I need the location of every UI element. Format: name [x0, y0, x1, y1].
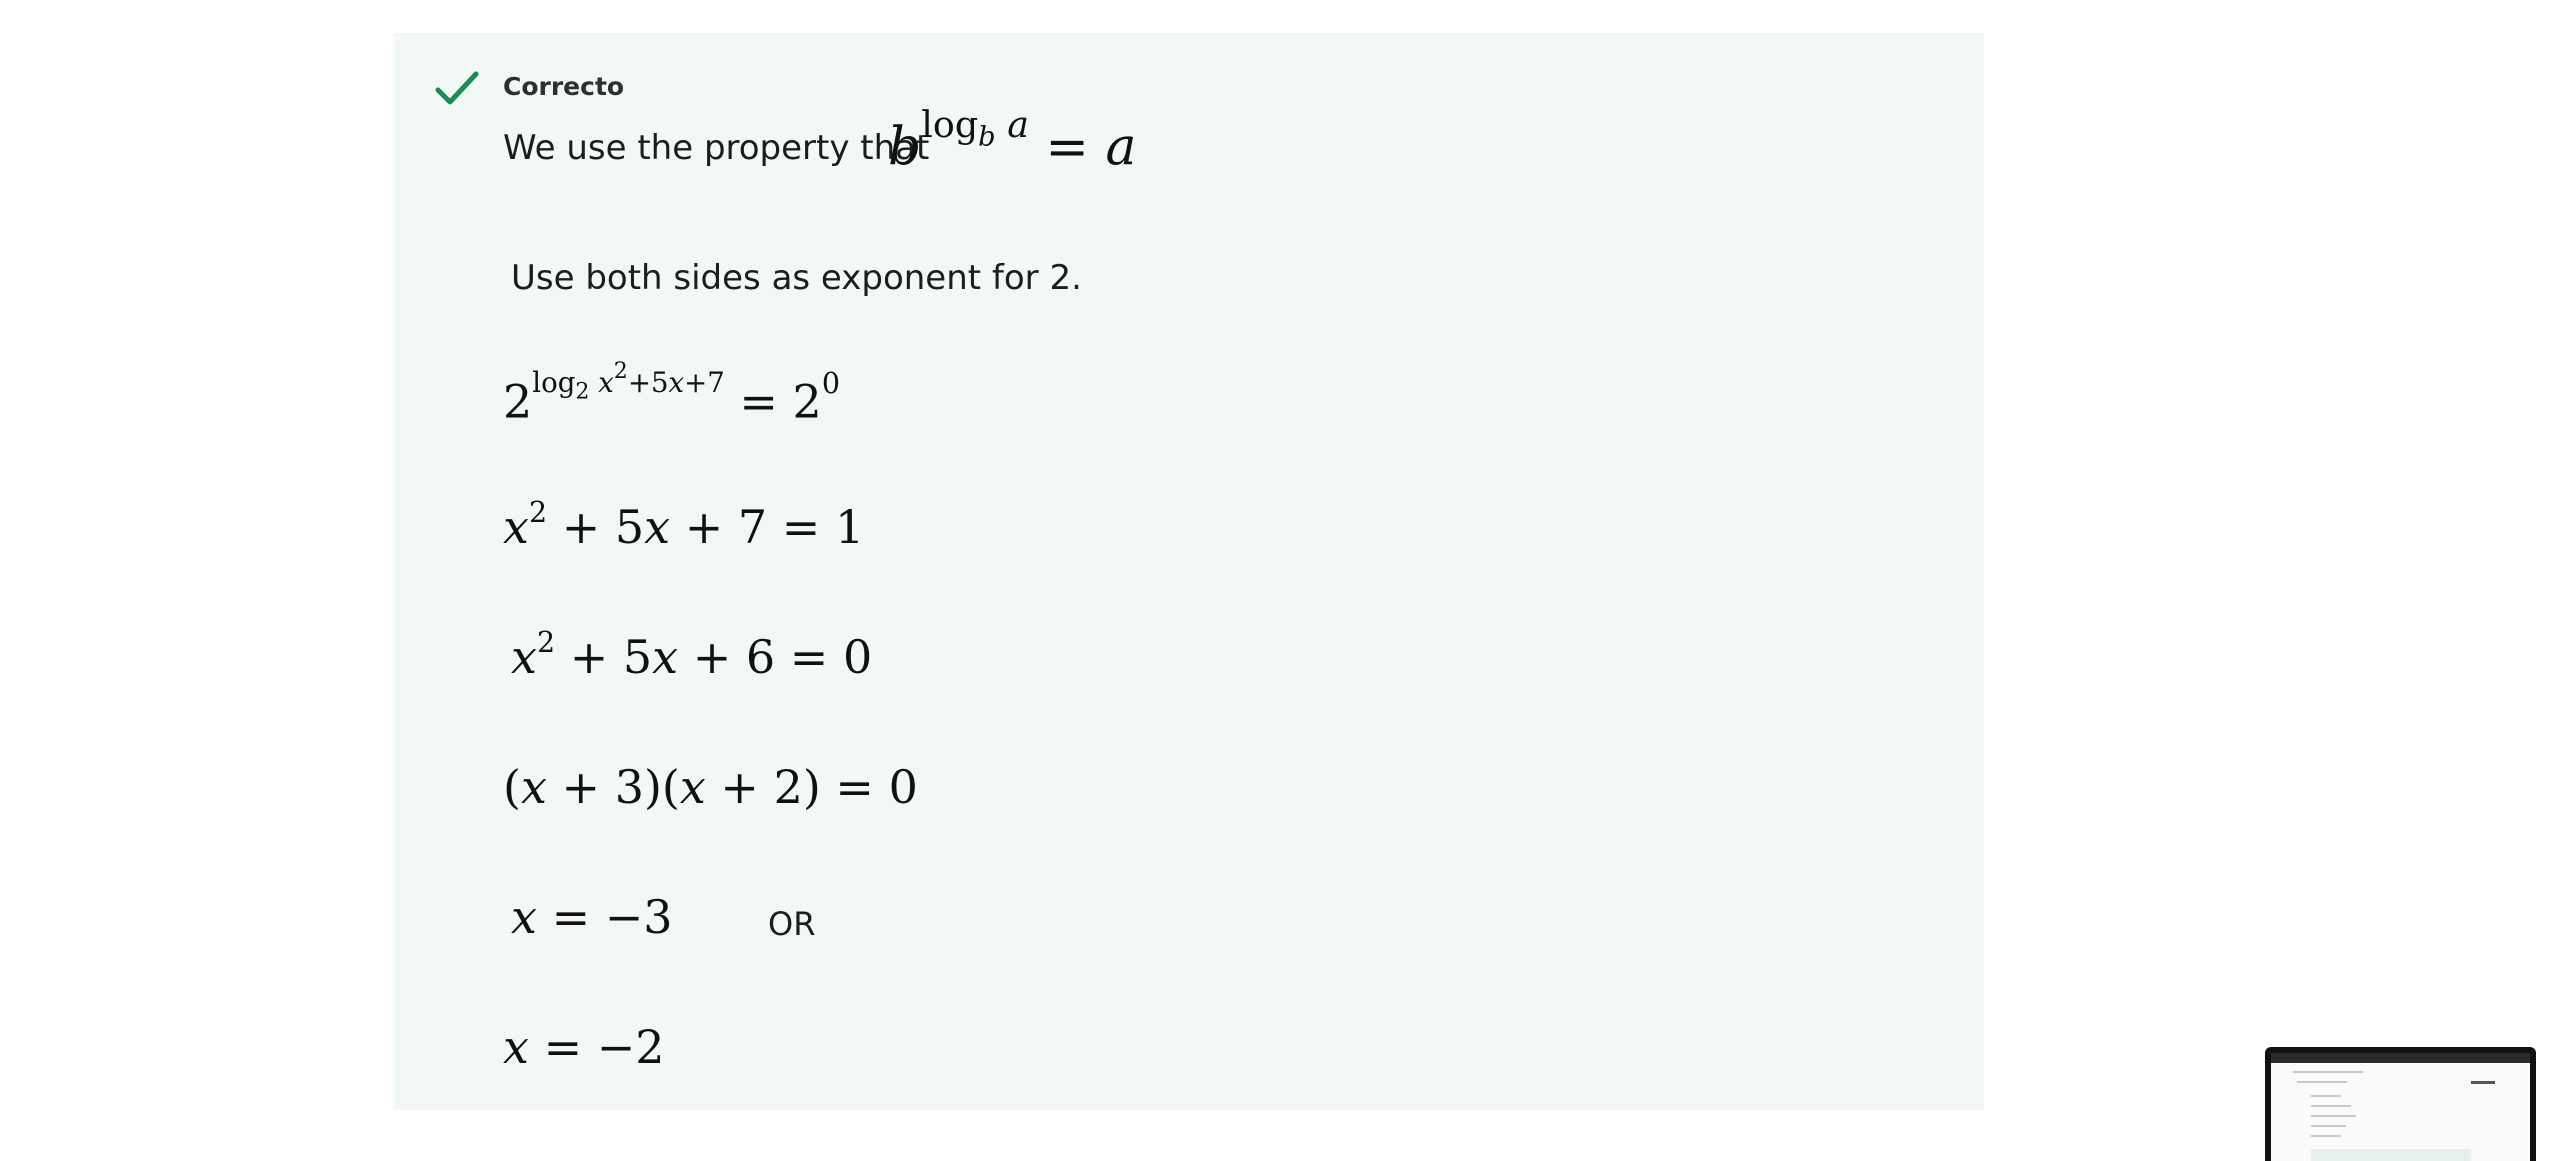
math-line-3: x2 + 5x + 6 = 0 [511, 626, 873, 684]
status-label: Correcto [503, 72, 625, 101]
math-line-2: x2 + 5x + 7 = 1 [503, 496, 865, 554]
feedback-panel [394, 33, 1984, 1110]
preview-screen [2271, 1053, 2530, 1161]
intro-text: We use the property that [503, 128, 930, 168]
screen-preview-thumbnail[interactable] [2265, 1047, 2536, 1161]
step-description: Use both sides as exponent for 2. [511, 258, 1082, 298]
math-line-6: x = −2 [503, 1020, 665, 1074]
checkmark-icon [435, 71, 479, 105]
preview-toolbar [2271, 1053, 2530, 1063]
math-line-4: (x + 3)(x + 2) = 0 [503, 760, 918, 814]
math-line-5: x = −3 [511, 890, 673, 944]
math-property: blogb a = a [888, 102, 1137, 178]
math-line-1: 2log2 x2+5x+7 = 20 [503, 359, 840, 429]
or-label: OR [768, 905, 816, 943]
